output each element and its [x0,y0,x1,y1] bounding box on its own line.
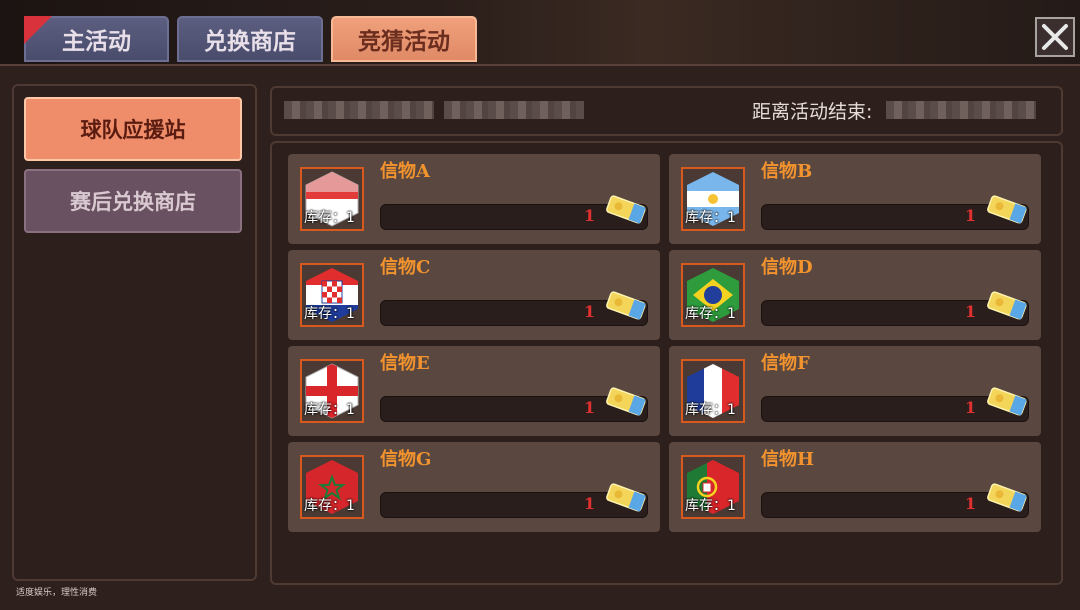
item-icon-frame: 库存：1 [300,263,364,327]
stock-label: 库存：1 [304,306,355,322]
item-name: 信物A [380,161,430,182]
item-value: 1 [964,206,976,225]
item-card[interactable]: 库存：1 信物B 1 [669,154,1041,244]
close-button[interactable] [1035,17,1075,57]
item-icon-frame: 库存：1 [300,167,364,231]
ticket-icon[interactable] [985,482,1029,512]
close-icon [1042,24,1068,50]
item-card[interactable]: 库存：1 信物F 1 [669,346,1041,436]
item-name: 信物E [380,353,430,374]
sidebar-item-team-support[interactable]: 球队应援站 [24,97,242,161]
item-icon-frame: 库存：1 [300,359,364,423]
item-icon-frame: 库存：1 [681,263,745,327]
item-card[interactable]: 库存：1 信物C 1 [288,250,660,340]
item-value: 1 [583,206,595,225]
item-name: 信物F [761,353,810,374]
blurred-text [444,101,584,119]
item-name: 信物B [761,161,813,182]
ticket-icon[interactable] [604,386,648,416]
item-card[interactable]: 库存：1 信物E 1 [288,346,660,436]
item-name: 信物C [380,257,431,278]
item-name: 信物D [761,257,813,278]
stock-label: 库存：1 [685,498,736,514]
stock-label: 库存：1 [685,210,736,226]
sidebar-item-post-match-shop[interactable]: 赛后兑换商店 [24,169,242,233]
ticket-icon[interactable] [604,290,648,320]
blurred-countdown [886,101,1036,119]
item-value: 1 [583,398,595,417]
activity-end-label: 距离活动结束: [752,101,873,123]
item-card[interactable]: 库存：1 信物G 1 [288,442,660,532]
item-card[interactable]: 库存：1 信物A 1 [288,154,660,244]
stock-label: 库存：1 [685,402,736,418]
footer-note: 适度娱乐，理性消费 [16,588,98,598]
item-name: 信物G [380,449,432,470]
ticket-icon[interactable] [604,194,648,224]
item-icon-frame: 库存：1 [681,455,745,519]
item-icon-frame: 库存：1 [681,167,745,231]
item-value: 1 [583,494,595,513]
blurred-text [284,101,434,119]
new-corner-badge [24,16,52,44]
ticket-icon[interactable] [604,482,648,512]
stock-label: 库存：1 [304,210,355,226]
ticket-icon[interactable] [985,290,1029,320]
stock-label: 库存：1 [304,498,355,514]
tab-exchange-shop[interactable]: 兑换商店 [177,16,323,62]
item-card[interactable]: 库存：1 信物D 1 [669,250,1041,340]
item-icon-frame: 库存：1 [681,359,745,423]
item-icon-frame: 库存：1 [300,455,364,519]
item-name: 信物H [761,449,815,470]
item-value: 1 [964,302,976,321]
stock-label: 库存：1 [304,402,355,418]
item-value: 1 [964,398,976,417]
item-value: 1 [583,302,595,321]
item-value: 1 [964,494,976,513]
stock-label: 库存：1 [685,306,736,322]
tab-guess-activity[interactable]: 竞猜活动 [331,16,477,62]
ticket-icon[interactable] [985,386,1029,416]
item-card[interactable]: 库存：1 信物H 1 [669,442,1041,532]
ticket-icon[interactable] [985,194,1029,224]
